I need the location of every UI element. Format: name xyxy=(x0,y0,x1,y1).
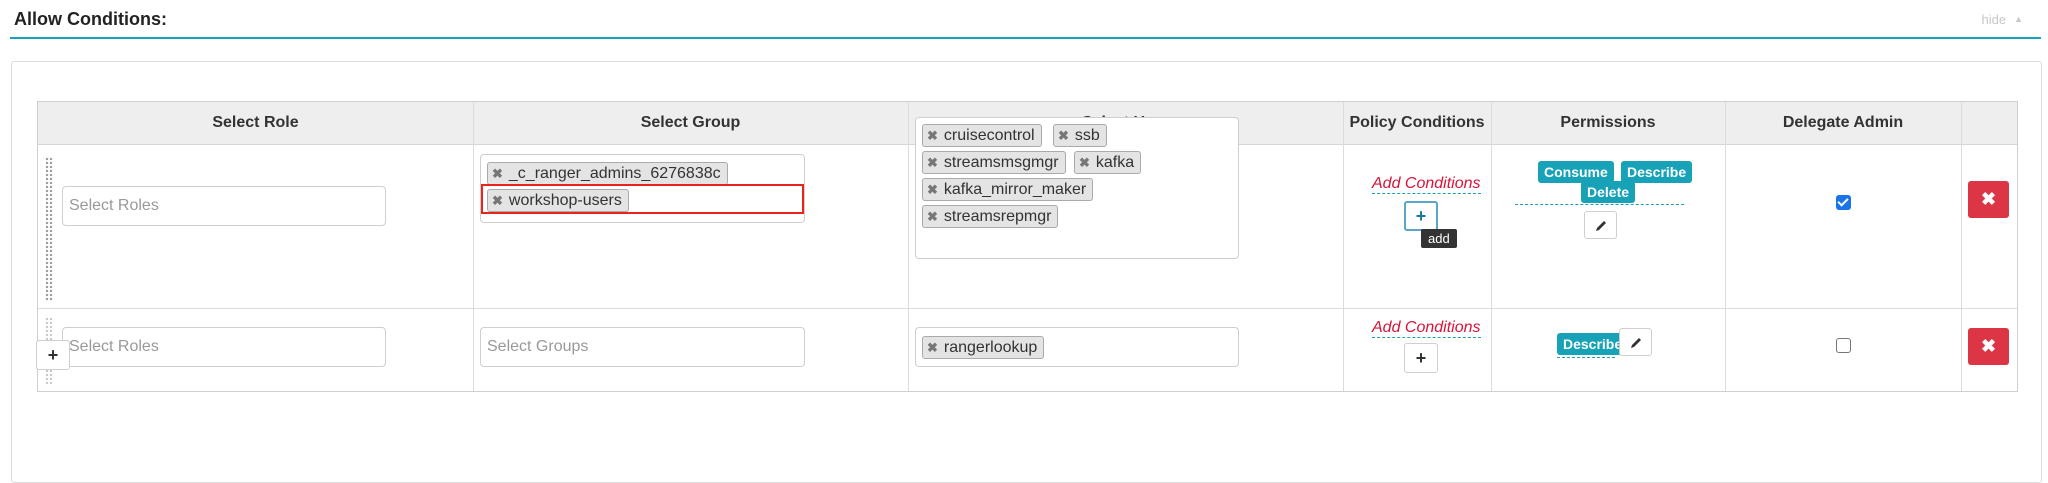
select-roles-placeholder: Select Roles xyxy=(69,338,159,355)
select-groups-placeholder: Select Groups xyxy=(487,338,589,355)
row-divider xyxy=(38,308,2017,309)
select-roles-input[interactable]: Select Roles xyxy=(62,327,386,367)
x-icon[interactable]: ✖ xyxy=(1079,155,1090,170)
user-tag-label: ssb xyxy=(1074,127,1100,144)
section-title: Allow Conditions: xyxy=(14,9,167,29)
user-tag-label: kafka_mirror_maker xyxy=(943,181,1087,198)
user-tag: ✖ rangerlookup xyxy=(922,336,1045,359)
select-users-input[interactable]: ✖ rangerlookup xyxy=(915,327,1239,367)
delegate-admin-checkbox[interactable] xyxy=(1836,195,1851,210)
add-conditions-link[interactable]: Add Conditions xyxy=(1372,175,1481,194)
permissions-underline xyxy=(1557,357,1615,358)
add-row-button[interactable]: + xyxy=(36,340,70,370)
user-tag-label: streamsrepmgr xyxy=(943,208,1052,225)
header-select-role: Select Role xyxy=(212,114,299,131)
select-groups-input[interactable]: Select Groups xyxy=(480,327,805,367)
col-divider xyxy=(473,102,474,391)
plus-icon: + xyxy=(1415,206,1427,226)
user-tag: ✖ kafka xyxy=(1074,151,1142,174)
hide-toggle[interactable]: hide ▲ xyxy=(1982,12,2024,27)
pencil-icon xyxy=(1595,221,1606,231)
highlight-box xyxy=(481,184,804,214)
x-icon[interactable]: ✖ xyxy=(927,340,938,355)
user-tag-label: kafka xyxy=(1095,154,1135,171)
edit-permissions-button[interactable] xyxy=(1584,211,1617,239)
x-icon[interactable]: ✖ xyxy=(492,166,503,181)
plus-icon: + xyxy=(47,345,59,365)
col-divider xyxy=(1961,102,1962,391)
x-icon[interactable]: ✖ xyxy=(927,209,938,224)
delete-row-button[interactable]: ✖ xyxy=(1968,328,2009,365)
caret-up-icon: ▲ xyxy=(2014,14,2023,24)
add-condition-button[interactable]: + xyxy=(1404,343,1438,373)
close-icon: ✖ xyxy=(1980,189,1997,209)
add-condition-button[interactable]: + xyxy=(1404,201,1438,231)
user-tag: ✖ ssb xyxy=(1053,124,1107,147)
group-tag: ✖ _c_ranger_admins_6276838c xyxy=(487,162,728,185)
permission-delete[interactable]: Delete xyxy=(1581,181,1636,203)
user-tag-label: cruisecontrol xyxy=(943,127,1035,144)
permission-describe[interactable]: Describe xyxy=(1557,333,1629,355)
delegate-admin-checkbox[interactable] xyxy=(1836,338,1851,353)
user-tag: ✖ streamsmsgmgr xyxy=(922,151,1066,174)
close-icon: ✖ xyxy=(1980,336,1997,356)
select-users-input[interactable]: ✖ cruisecontrol ✖ ssb ✖ streamsmsgmgr ✖ kafk… xyxy=(915,117,1239,259)
select-roles-input[interactable]: Select Roles xyxy=(62,186,386,226)
header-select-group: Select Group xyxy=(640,114,741,131)
user-tag: ✖ kafka_mirror_maker xyxy=(922,178,1094,201)
permission-consume[interactable]: Consume xyxy=(1538,161,1614,183)
col-divider xyxy=(908,102,909,391)
add-conditions-link[interactable]: Add Conditions xyxy=(1372,319,1481,338)
user-tag-label: streamsmsgmgr xyxy=(943,154,1059,171)
hide-label: hide xyxy=(1981,12,2007,27)
x-icon[interactable]: ✖ xyxy=(1058,128,1069,143)
pencil-icon xyxy=(1630,338,1641,348)
plus-icon: + xyxy=(1415,348,1427,368)
user-tag-label: rangerlookup xyxy=(943,339,1038,356)
x-icon[interactable]: ✖ xyxy=(927,128,938,143)
col-divider xyxy=(1725,102,1726,391)
select-roles-placeholder: Select Roles xyxy=(69,197,159,214)
col-divider xyxy=(1491,102,1492,391)
add-tooltip: add xyxy=(1421,229,1457,248)
user-tag: ✖ streamsrepmgr xyxy=(922,205,1059,228)
x-icon[interactable]: ✖ xyxy=(927,155,938,170)
allow-conditions-header: Allow Conditions: hide ▲ xyxy=(10,0,2041,39)
x-icon[interactable]: ✖ xyxy=(927,182,938,197)
header-policy-conditions: Policy Conditions xyxy=(1349,114,1485,131)
conditions-panel: Select Role Select Group Select User Pol… xyxy=(11,61,2042,483)
permission-describe[interactable]: Describe xyxy=(1621,161,1693,183)
col-divider xyxy=(1343,102,1344,391)
user-tag: ✖ cruisecontrol xyxy=(922,124,1042,147)
permissions-underline xyxy=(1515,204,1684,205)
group-tag-label: _c_ranger_admins_6276838c xyxy=(508,165,721,182)
drag-handle-icon[interactable] xyxy=(45,157,53,302)
header-permissions: Permissions xyxy=(1560,114,1656,131)
conditions-table: Select Role Select Group Select User Pol… xyxy=(37,101,2018,392)
edit-permissions-button[interactable] xyxy=(1619,328,1652,356)
header-delegate-admin: Delegate Admin xyxy=(1782,114,1904,131)
delete-row-button[interactable]: ✖ xyxy=(1968,181,2009,218)
